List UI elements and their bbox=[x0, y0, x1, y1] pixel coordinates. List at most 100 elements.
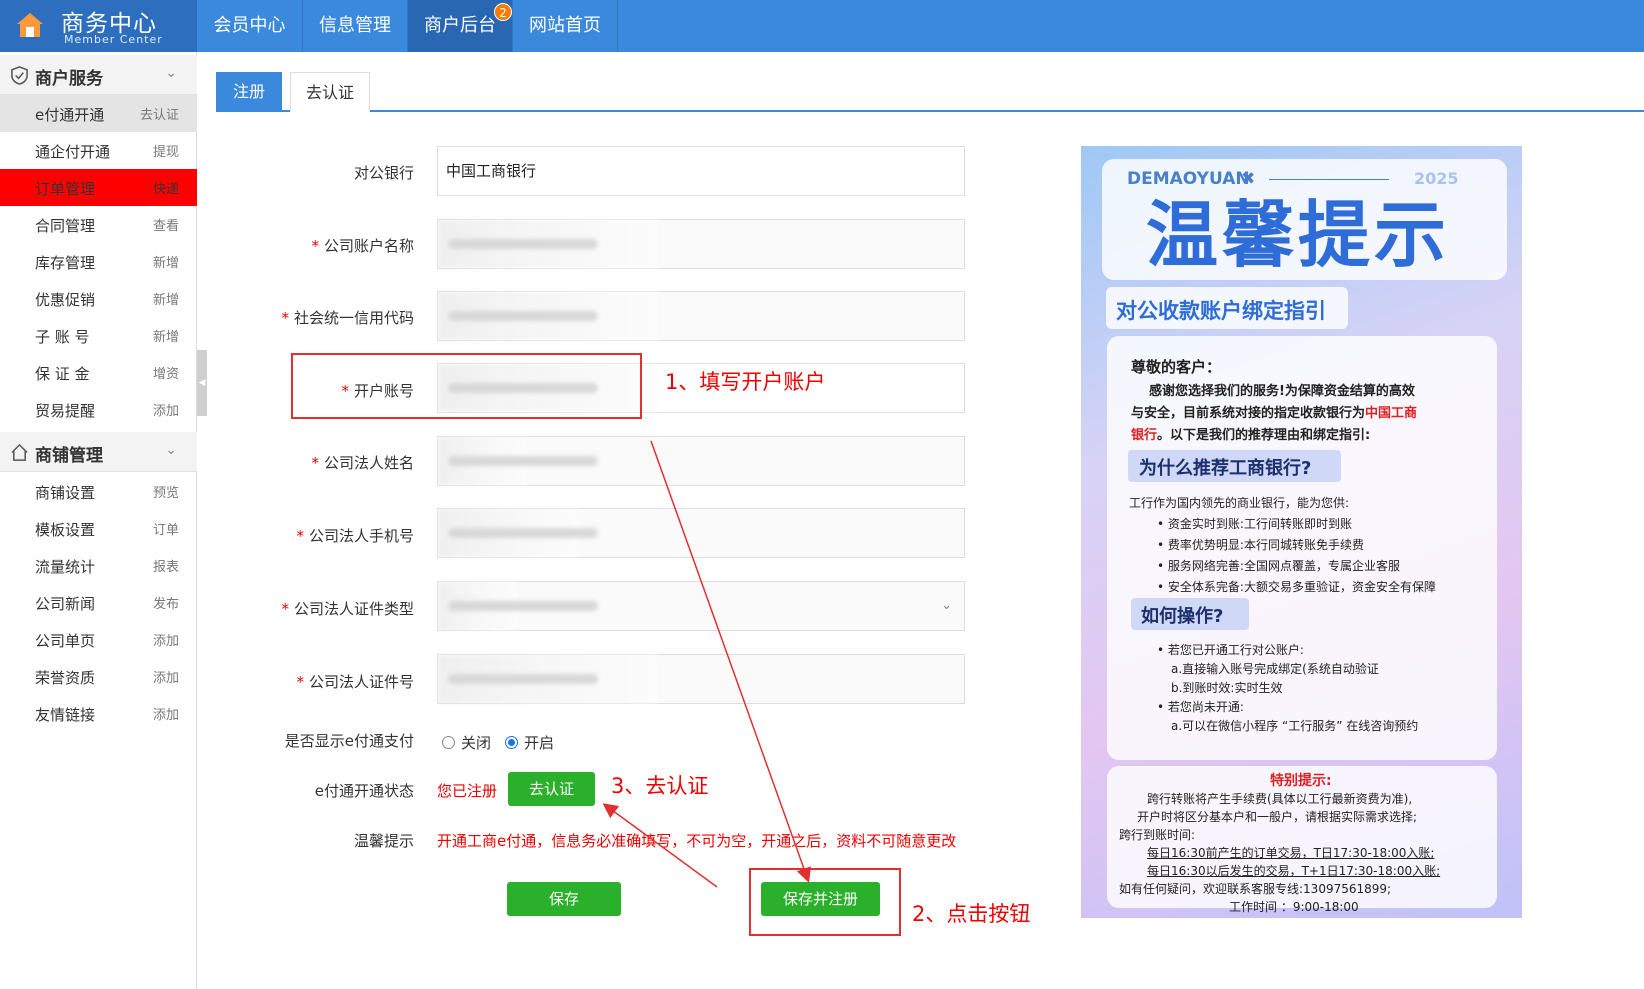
tip-text: 开通工商e付通，信息务必准确填写，不可为空，开通之后，资料不可随意更改 bbox=[437, 832, 957, 850]
verify-button[interactable]: 去认证 bbox=[508, 772, 595, 806]
sidebar-item-subaccounts[interactable]: 子 账 号新增 bbox=[0, 317, 197, 354]
sidebar-item-pages[interactable]: 公司单页 添加 bbox=[0, 621, 197, 658]
sidebar-item-action[interactable]: 查看 bbox=[153, 215, 179, 234]
section-shop-management[interactable]: 商铺管理 ⌄ bbox=[0, 432, 197, 472]
account-name-field[interactable] bbox=[437, 219, 965, 269]
poster-how-line: a.直接输入账号完成绑定(系统自动验证 bbox=[1171, 662, 1379, 676]
annotation-box-account bbox=[291, 353, 642, 419]
poster-intro1: 感谢您选择我们的服务!为保障资金结算的高效 bbox=[1149, 384, 1415, 399]
section-title: 商铺管理 bbox=[35, 446, 103, 466]
annotation-step1: 1、填写开户账户 bbox=[665, 370, 826, 394]
poster-special-line: 每日16:30以后发生的交易，T+1日17:30-18:00入账; bbox=[1147, 864, 1441, 878]
chevron-down-icon: ⌄ bbox=[165, 65, 177, 81]
sidebar-item-action[interactable]: 添加 bbox=[153, 667, 179, 686]
poster-why-item: • 服务网络完善:全国网点覆盖，专属企业客服 bbox=[1157, 559, 1400, 573]
sidebar: 商户服务 ⌄ e付通开通 去认证 通企付开通 提现 订单管理 快递 合同管理 查看 库存… bbox=[0, 52, 197, 989]
poster-subtitle: 对公收款账户绑定指引 bbox=[1116, 299, 1326, 323]
sidebar-item-action[interactable]: 提现 bbox=[153, 141, 179, 160]
poster-year: 2025 bbox=[1414, 169, 1459, 188]
sidebar-item-tongqifu[interactable]: 通企付开通 提现 bbox=[0, 132, 197, 169]
divider bbox=[1269, 179, 1389, 180]
label-account-name: * 公司账户名称 bbox=[311, 237, 414, 255]
sidebar-item-traffic[interactable]: 流量统计 报表 bbox=[0, 547, 197, 584]
sidebar-item-action[interactable]: 增资 bbox=[153, 363, 179, 382]
annotation-step3: 3、去认证 bbox=[611, 774, 709, 798]
label-credit-code: * 社会统一信用代码 bbox=[281, 309, 414, 327]
brand[interactable]: 商务中心 Member Center bbox=[0, 0, 197, 52]
annotation-box-save-register bbox=[749, 868, 901, 936]
poster-how-line: • 若您尚未开通: bbox=[1157, 700, 1244, 714]
legal-name-field[interactable] bbox=[437, 436, 965, 486]
sidebar-item-promotions[interactable]: 优惠促销 新增 bbox=[0, 280, 197, 317]
sidebar-item-news[interactable]: 公司新闻 发布 bbox=[0, 584, 197, 621]
sidebar-item-contracts[interactable]: 合同管理 查看 bbox=[0, 206, 197, 243]
nav-member-center[interactable]: 会员中心 bbox=[197, 0, 303, 52]
redacted-value bbox=[438, 292, 658, 340]
radio-on[interactable]: 开启 bbox=[505, 732, 554, 753]
notification-badge: 2 bbox=[494, 3, 512, 21]
home-outline-icon bbox=[11, 443, 28, 461]
nav-website-home[interactable]: 网站首页 bbox=[513, 0, 618, 52]
id-type-select[interactable]: ⌄ bbox=[437, 581, 965, 631]
sidebar-item-action[interactable]: 新增 bbox=[153, 289, 179, 308]
sidebar-item-action[interactable]: 报表 bbox=[153, 556, 179, 575]
chevron-down-icon: ⌄ bbox=[941, 598, 952, 613]
sidebar-item-action[interactable]: 新增 bbox=[153, 326, 179, 345]
poster-how-title: 如何操作? bbox=[1141, 606, 1224, 627]
sidebar-item-trade-reminders[interactable]: 贸易提醒 添加 bbox=[0, 391, 197, 428]
poster-how-line: b.到账时效:实时生效 bbox=[1171, 681, 1283, 695]
sidebar-item-action[interactable]: 添加 bbox=[153, 400, 179, 419]
home-icon bbox=[17, 13, 43, 37]
label-status: e付通开通状态 bbox=[314, 782, 414, 800]
label-bank: 对公银行 bbox=[353, 164, 414, 182]
status-value: 您已注册 bbox=[437, 782, 498, 800]
redacted-value bbox=[438, 582, 598, 630]
sidebar-item-action[interactable]: 添加 bbox=[153, 630, 179, 649]
annotation-step2: 2、点击按钮 bbox=[912, 902, 1031, 926]
poster-brand: DEMAOYUAN bbox=[1127, 169, 1250, 189]
bank-field[interactable]: 中国工商银行 bbox=[437, 146, 965, 196]
poster-why-intro: 工行作为国内领先的商业银行，能为您供: bbox=[1129, 496, 1350, 510]
redacted-value bbox=[438, 437, 598, 485]
section-merchant-services[interactable]: 商户服务 ⌄ bbox=[0, 55, 197, 95]
label-show-efutong: 是否显示e付通支付 bbox=[284, 732, 414, 750]
top-bar: 商务中心 Member Center 会员中心 信息管理 商户后台 2 网站首页 bbox=[0, 0, 1644, 52]
sidebar-item-action[interactable]: 订单 bbox=[153, 519, 179, 538]
sidebar-item-templates[interactable]: 模板设置 订单 bbox=[0, 510, 197, 547]
label-legal-name: * 公司法人姓名 bbox=[311, 454, 414, 472]
sidebar-item-links[interactable]: 友情链接 添加 bbox=[0, 695, 197, 732]
credit-code-field[interactable] bbox=[437, 291, 965, 341]
section-title: 商户服务 bbox=[35, 69, 103, 89]
poster-why-item: • 费率优势明显:本行同城转账免手续费 bbox=[1157, 538, 1364, 552]
poster-how-line: • 若您已开通工行对公账户: bbox=[1157, 643, 1304, 657]
poster-intro3: 银行。以下是我们的推荐理由和绑定指引: bbox=[1131, 428, 1371, 443]
poster-special-line: 跨行到账时间: bbox=[1119, 828, 1196, 842]
sidebar-collapse-handle[interactable]: ◀ bbox=[197, 350, 207, 416]
sidebar-item-action[interactable]: 预览 bbox=[153, 482, 179, 501]
sidebar-item-efutong[interactable]: e付通开通 去认证 bbox=[0, 95, 197, 132]
poster-special-title: 特别提示: bbox=[1270, 773, 1332, 789]
nav-merchant-backend[interactable]: 商户后台 2 bbox=[408, 0, 513, 52]
save-button[interactable]: 保存 bbox=[507, 882, 621, 916]
tab-verify[interactable]: 去认证 bbox=[290, 72, 370, 112]
poster-special-line: 跨行转账将产生手续费(具体以工行最新资费为准), bbox=[1147, 792, 1413, 806]
radio-off[interactable]: 关闭 bbox=[442, 732, 491, 753]
label-legal-phone: * 公司法人手机号 bbox=[296, 527, 414, 545]
nav-info-management[interactable]: 信息管理 bbox=[303, 0, 408, 52]
tab-register[interactable]: 注册 bbox=[216, 72, 282, 112]
tab-bar: 注册 去认证 bbox=[216, 72, 1644, 112]
sidebar-item-orders[interactable]: 订单管理 快递 bbox=[0, 169, 197, 206]
poster-special-line: 如有任何疑问，欢迎联系客服专线:13097561899; bbox=[1119, 882, 1392, 896]
sidebar-item-action[interactable]: 去认证 bbox=[140, 104, 179, 123]
id-number-field[interactable] bbox=[437, 654, 965, 704]
sidebar-item-shop-settings[interactable]: 商铺设置 预览 bbox=[0, 473, 197, 510]
sidebar-item-action[interactable]: 发布 bbox=[153, 593, 179, 612]
sidebar-item-deposit[interactable]: 保 证 金增资 bbox=[0, 354, 197, 391]
sidebar-item-action[interactable]: 添加 bbox=[153, 704, 179, 723]
sidebar-item-action[interactable]: 新增 bbox=[153, 252, 179, 271]
sidebar-item-inventory[interactable]: 库存管理 新增 bbox=[0, 243, 197, 280]
chevron-down-icon: ⌄ bbox=[165, 442, 177, 458]
sidebar-item-action[interactable]: 快递 bbox=[153, 178, 179, 197]
legal-phone-field[interactable] bbox=[437, 508, 965, 558]
sidebar-item-honors[interactable]: 荣誉资质 添加 bbox=[0, 658, 197, 695]
